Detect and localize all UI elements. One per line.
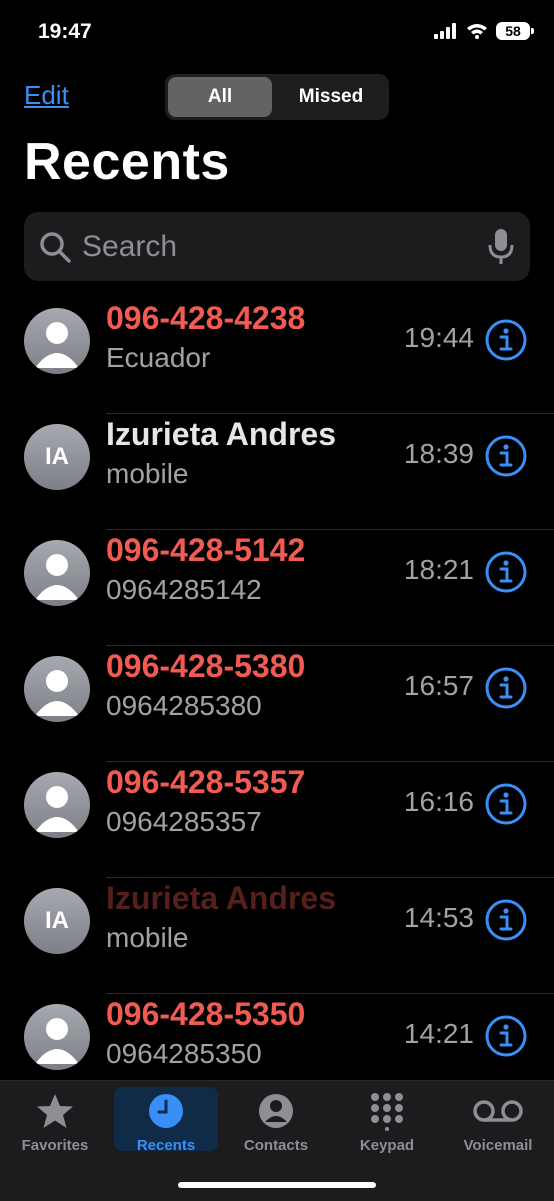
call-row[interactable]: 096-428-5380 0964285380 16:57 bbox=[0, 646, 554, 762]
call-row[interactable]: IA Izurieta Andres mobile 18:39 bbox=[0, 414, 554, 530]
home-indicator[interactable] bbox=[178, 1182, 376, 1188]
caller-detail: mobile bbox=[106, 922, 189, 953]
status-time: 19:47 bbox=[38, 20, 92, 43]
caller-detail: 0964285350 bbox=[106, 1038, 262, 1069]
caller-name: 096-428-5357 bbox=[106, 764, 306, 800]
tab-recents[interactable]: Recents bbox=[114, 1087, 218, 1154]
edit-button[interactable]: Edit bbox=[24, 80, 69, 111]
keypad-icon bbox=[371, 1093, 403, 1131]
tab-voicemail[interactable]: Voicemail bbox=[446, 1087, 550, 1154]
avatar: IA bbox=[24, 424, 90, 490]
info-icon[interactable] bbox=[484, 434, 528, 478]
info-icon[interactable] bbox=[484, 898, 528, 942]
caller-detail: 0964285380 bbox=[106, 690, 262, 721]
caller-detail: 0964285142 bbox=[106, 574, 262, 605]
caller-name: 096-428-5350 bbox=[106, 996, 306, 1032]
info-icon[interactable] bbox=[484, 318, 528, 362]
call-row[interactable]: IA Izurieta Andres mobile 14:53 bbox=[0, 878, 554, 994]
filter-segmented-control: All Missed bbox=[165, 74, 389, 120]
caller-name: Izurieta Andres bbox=[106, 880, 336, 916]
person-silhouette-icon bbox=[35, 322, 79, 368]
person-silhouette-icon bbox=[35, 554, 79, 600]
tab-label: Favorites bbox=[21, 1137, 89, 1154]
filter-missed-tab[interactable]: Missed bbox=[277, 77, 385, 117]
caller-name: 096-428-5380 bbox=[106, 648, 306, 684]
wifi-icon bbox=[467, 24, 487, 39]
tab-label: Keypad bbox=[359, 1137, 415, 1154]
call-row[interactable]: 096-428-5142 0964285142 18:21 bbox=[0, 530, 554, 646]
voicemail-icon bbox=[473, 1100, 523, 1122]
signal-icon bbox=[434, 23, 456, 39]
caller-detail: Ecuador bbox=[106, 342, 211, 373]
star-icon bbox=[37, 1094, 73, 1128]
battery-indicator: 58 bbox=[496, 22, 534, 40]
person-silhouette-icon bbox=[35, 670, 79, 716]
avatar-initials: IA bbox=[45, 907, 69, 934]
caller-detail: 0964285357 bbox=[106, 806, 262, 837]
tab-favorites[interactable]: Favorites bbox=[3, 1087, 107, 1154]
avatar: IA bbox=[24, 888, 90, 954]
avatar bbox=[24, 772, 90, 838]
filter-all-tab[interactable]: All bbox=[168, 77, 272, 117]
call-time: 18:21 bbox=[403, 554, 474, 585]
avatar bbox=[24, 656, 90, 722]
call-time: 14:53 bbox=[403, 902, 474, 933]
call-time: 16:57 bbox=[403, 670, 474, 701]
clock-icon bbox=[149, 1094, 183, 1128]
tab-contacts[interactable]: Contacts bbox=[224, 1087, 328, 1154]
person-silhouette-icon bbox=[35, 1018, 79, 1064]
status-bar: 19:47 58 bbox=[0, 0, 554, 64]
info-icon[interactable] bbox=[484, 1014, 528, 1058]
avatar bbox=[24, 1004, 90, 1070]
person-circle-icon bbox=[259, 1094, 293, 1128]
caller-name: 096-428-5142 bbox=[106, 532, 306, 568]
page-title: Recents bbox=[24, 133, 230, 191]
info-icon[interactable] bbox=[484, 666, 528, 710]
call-time: 18:39 bbox=[403, 438, 474, 469]
info-icon[interactable] bbox=[484, 782, 528, 826]
tab-label: Recents bbox=[136, 1137, 196, 1154]
caller-name: 096-428-4238 bbox=[106, 300, 306, 336]
call-row[interactable]: 096-428-4238 Ecuador 19:44 bbox=[0, 298, 554, 414]
call-row[interactable]: 096-428-5357 0964285357 16:16 bbox=[0, 762, 554, 878]
search-placeholder: Search bbox=[82, 230, 178, 263]
info-icon[interactable] bbox=[484, 550, 528, 594]
tab-label: Contacts bbox=[243, 1137, 309, 1154]
call-time: 14:21 bbox=[403, 1018, 474, 1049]
tab-keypad[interactable]: Keypad bbox=[335, 1087, 439, 1154]
caller-name: Izurieta Andres bbox=[106, 416, 336, 452]
battery-level: 58 bbox=[505, 23, 521, 39]
call-time: 16:16 bbox=[403, 786, 474, 817]
avatar bbox=[24, 308, 90, 374]
person-silhouette-icon bbox=[35, 786, 79, 832]
search-input[interactable]: Search bbox=[24, 212, 530, 281]
avatar-initials: IA bbox=[45, 443, 69, 470]
search-icon bbox=[40, 232, 71, 263]
avatar bbox=[24, 540, 90, 606]
tab-label: Voicemail bbox=[463, 1137, 533, 1154]
caller-detail: mobile bbox=[106, 458, 189, 489]
call-time: 19:44 bbox=[403, 322, 474, 353]
microphone-icon[interactable] bbox=[488, 228, 514, 266]
